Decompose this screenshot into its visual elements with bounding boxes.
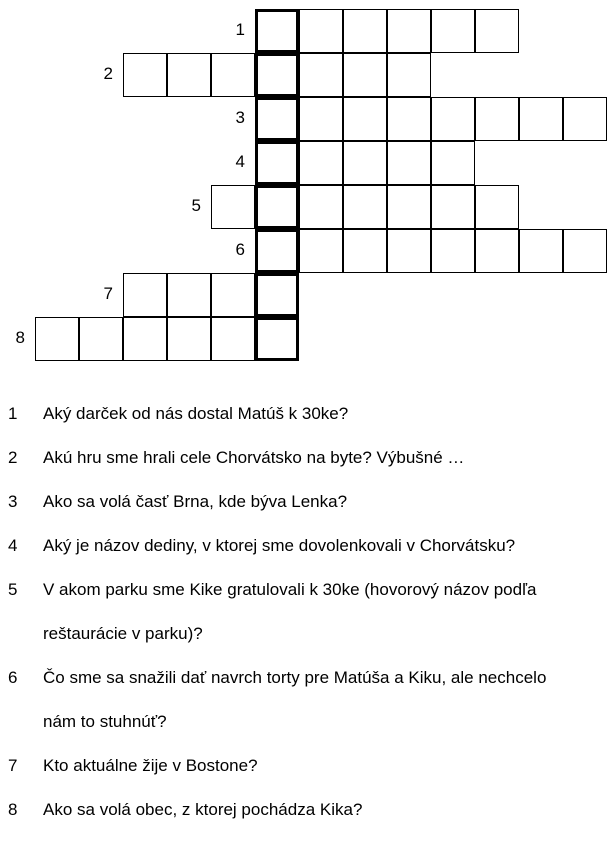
crossword-key-cell[interactable] (255, 273, 299, 317)
crossword-cell[interactable] (343, 141, 387, 185)
crossword-cell[interactable] (211, 185, 255, 229)
crossword-cell[interactable] (167, 317, 211, 361)
crossword-cell[interactable] (519, 97, 563, 141)
clue-number: 6 (8, 668, 18, 687)
crossword-cell[interactable] (431, 141, 475, 185)
crossword-cell[interactable] (343, 53, 387, 97)
clue-number: 2 (8, 448, 18, 467)
clue-text: Kto aktuálne žije v Bostone? (43, 756, 258, 775)
crossword-cell[interactable] (343, 9, 387, 53)
crossword-cell[interactable] (475, 9, 519, 53)
crossword-cell[interactable] (343, 97, 387, 141)
crossword-cell[interactable] (431, 185, 475, 229)
crossword-key-cell[interactable] (255, 229, 299, 273)
clue-number: 4 (8, 536, 18, 555)
clue-number: 8 (8, 800, 18, 819)
row-number: 2 (103, 64, 113, 83)
crossword-cell[interactable] (299, 9, 343, 53)
crossword-key-cell[interactable] (255, 97, 299, 141)
clue-number: 3 (8, 492, 18, 511)
row-number: 5 (191, 196, 201, 215)
crossword-cell[interactable] (123, 317, 167, 361)
crossword-cell[interactable] (387, 53, 431, 97)
crossword-cell[interactable] (211, 53, 255, 97)
row-number: 6 (235, 240, 245, 259)
row-number: 3 (235, 108, 245, 127)
clue-text: reštaurácie v parku)? (43, 624, 203, 643)
clue-number: 1 (8, 404, 18, 423)
crossword-grid: 1 2 3 4 5 6 7 8 (0, 0, 613, 370)
crossword-cell[interactable] (563, 97, 607, 141)
clue-number: 5 (8, 580, 18, 599)
crossword-cell[interactable] (299, 229, 343, 273)
clue-text: Aký darček od nás dostal Matúš k 30ke? (43, 404, 349, 423)
crossword-cell[interactable] (299, 53, 343, 97)
crossword-cell[interactable] (387, 97, 431, 141)
crossword-cell[interactable] (431, 229, 475, 273)
crossword-key-cell[interactable] (255, 185, 299, 229)
crossword-key-cell[interactable] (255, 317, 299, 361)
crossword-cell[interactable] (475, 229, 519, 273)
crossword-cell[interactable] (167, 273, 211, 317)
crossword-key-cell[interactable] (255, 53, 299, 97)
row-number: 1 (235, 20, 245, 39)
crossword-cell[interactable] (431, 97, 475, 141)
crossword-cell[interactable] (79, 317, 123, 361)
crossword-cell[interactable] (387, 185, 431, 229)
crossword-cell[interactable] (35, 317, 79, 361)
clue-text: Čo sme sa snažili dať navrch torty pre M… (43, 668, 547, 687)
clue-text: V akom parku sme Kike gratulovali k 30ke… (43, 580, 537, 599)
crossword-key-cell[interactable] (255, 9, 299, 53)
crossword-cell[interactable] (563, 229, 607, 273)
row-number: 7 (103, 284, 113, 303)
clue-text: Ako sa volá obec, z ktorej pochádza Kika… (43, 800, 363, 819)
crossword-cell[interactable] (387, 9, 431, 53)
crossword-cell[interactable] (519, 229, 563, 273)
clue-text: Akú hru sme hrali cele Chorvátsko na byt… (43, 448, 465, 467)
clue-text: nám to stuhnúť? (43, 712, 167, 731)
crossword-cell[interactable] (387, 229, 431, 273)
crossword-cell[interactable] (299, 141, 343, 185)
crossword-cell[interactable] (431, 9, 475, 53)
row-number: 8 (15, 328, 25, 347)
crossword-cell[interactable] (343, 185, 387, 229)
crossword-cell[interactable] (475, 185, 519, 229)
crossword-cell[interactable] (299, 97, 343, 141)
row-number: 4 (235, 152, 245, 171)
crossword-cell[interactable] (343, 229, 387, 273)
crossword-cell[interactable] (299, 185, 343, 229)
crossword-cell[interactable] (167, 53, 211, 97)
crossword-cell[interactable] (123, 53, 167, 97)
crossword-cell[interactable] (475, 97, 519, 141)
clue-number: 7 (8, 756, 18, 775)
clue-text: Aký je názov dediny, v ktorej sme dovole… (43, 536, 516, 555)
clue-text: Ako sa volá časť Brna, kde býva Lenka? (43, 492, 348, 511)
crossword-key-cell[interactable] (255, 141, 299, 185)
crossword-cell[interactable] (123, 273, 167, 317)
crossword-cell[interactable] (387, 141, 431, 185)
crossword-cell[interactable] (211, 273, 255, 317)
crossword-cell[interactable] (211, 317, 255, 361)
